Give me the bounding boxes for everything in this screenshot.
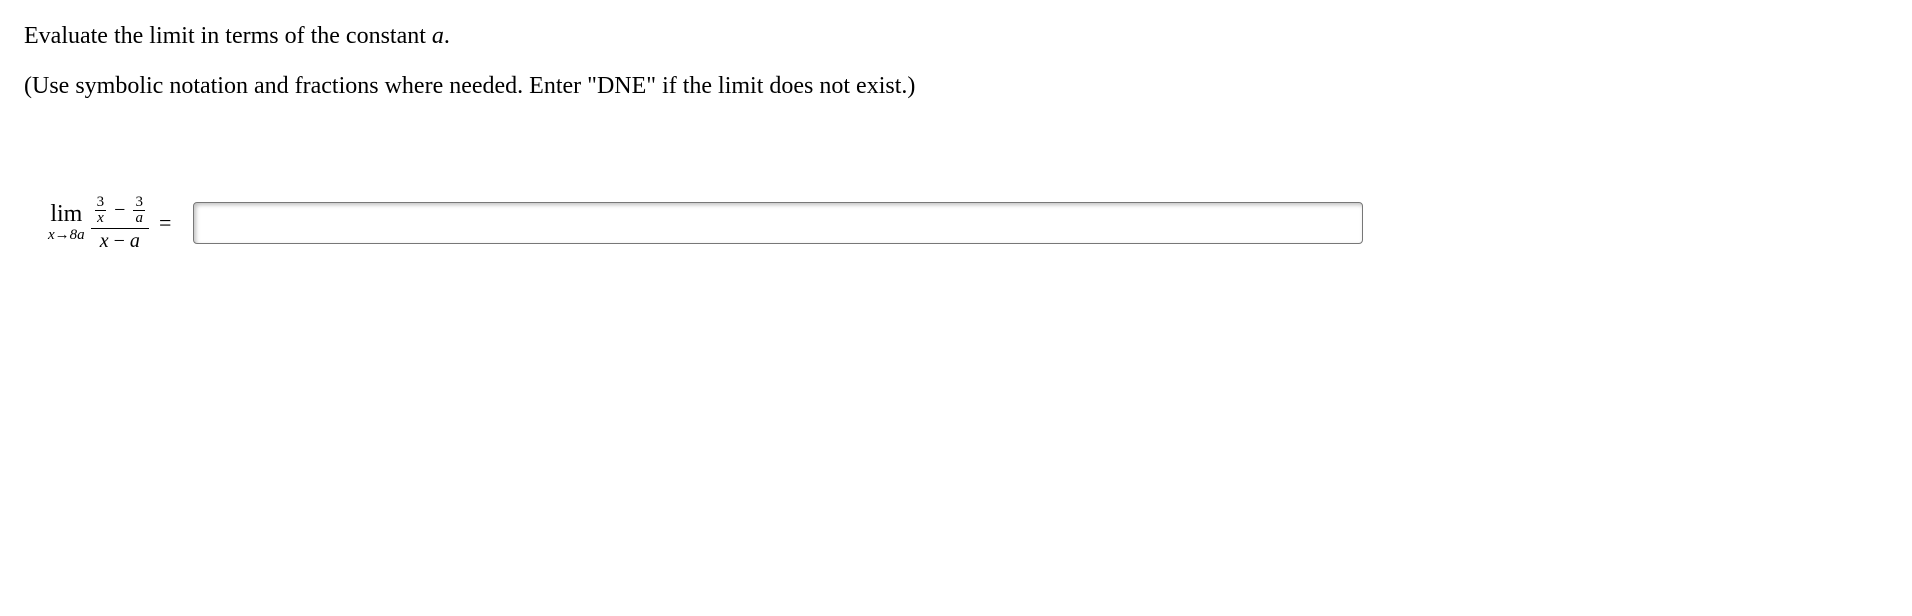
prompt-line-1: Evaluate the limit in terms of the const… <box>24 20 1888 52</box>
main-fraction-numerator: 3 x − 3 a <box>91 193 149 228</box>
prompt-constant-a: a <box>432 23 444 49</box>
prompt-text-1a: Evaluate the limit in terms of the const… <box>24 23 432 49</box>
answer-input[interactable] <box>193 202 1363 244</box>
equals-sign: = <box>155 210 175 236</box>
prompt-text-1b: . <box>444 23 450 49</box>
small-frac1-den: x <box>95 211 106 226</box>
small-fraction-1: 3 x <box>95 195 107 226</box>
main-fraction: 3 x − 3 a x − a <box>91 193 149 253</box>
answer-row: lim x→8a 3 x − 3 a <box>24 193 1888 253</box>
limit-expression: lim x→8a 3 x − 3 a <box>48 193 175 253</box>
lim-label: lim <box>50 202 82 226</box>
small-frac2-num: 3 <box>133 195 145 210</box>
small-fraction-2: 3 a <box>133 195 145 226</box>
lim-sub-target: 8a <box>70 227 85 243</box>
prompt-text-2: (Use symbolic notation and fractions whe… <box>24 73 915 99</box>
lim-subscript: x→8a <box>48 226 85 243</box>
small-frac1-num: 3 <box>95 195 107 210</box>
den-minus: − <box>109 230 130 252</box>
lim-sub-x: x <box>48 227 55 243</box>
den-a: a <box>130 230 140 252</box>
limit-operator: lim x→8a <box>48 202 85 243</box>
prompt-line-2: (Use symbolic notation and fractions whe… <box>24 70 1888 102</box>
numerator-minus: − <box>112 200 127 220</box>
small-frac2-den: a <box>133 211 145 226</box>
lim-sub-arrow: → <box>55 227 70 243</box>
main-fraction-denominator: x − a <box>96 229 144 253</box>
den-x: x <box>100 230 109 252</box>
